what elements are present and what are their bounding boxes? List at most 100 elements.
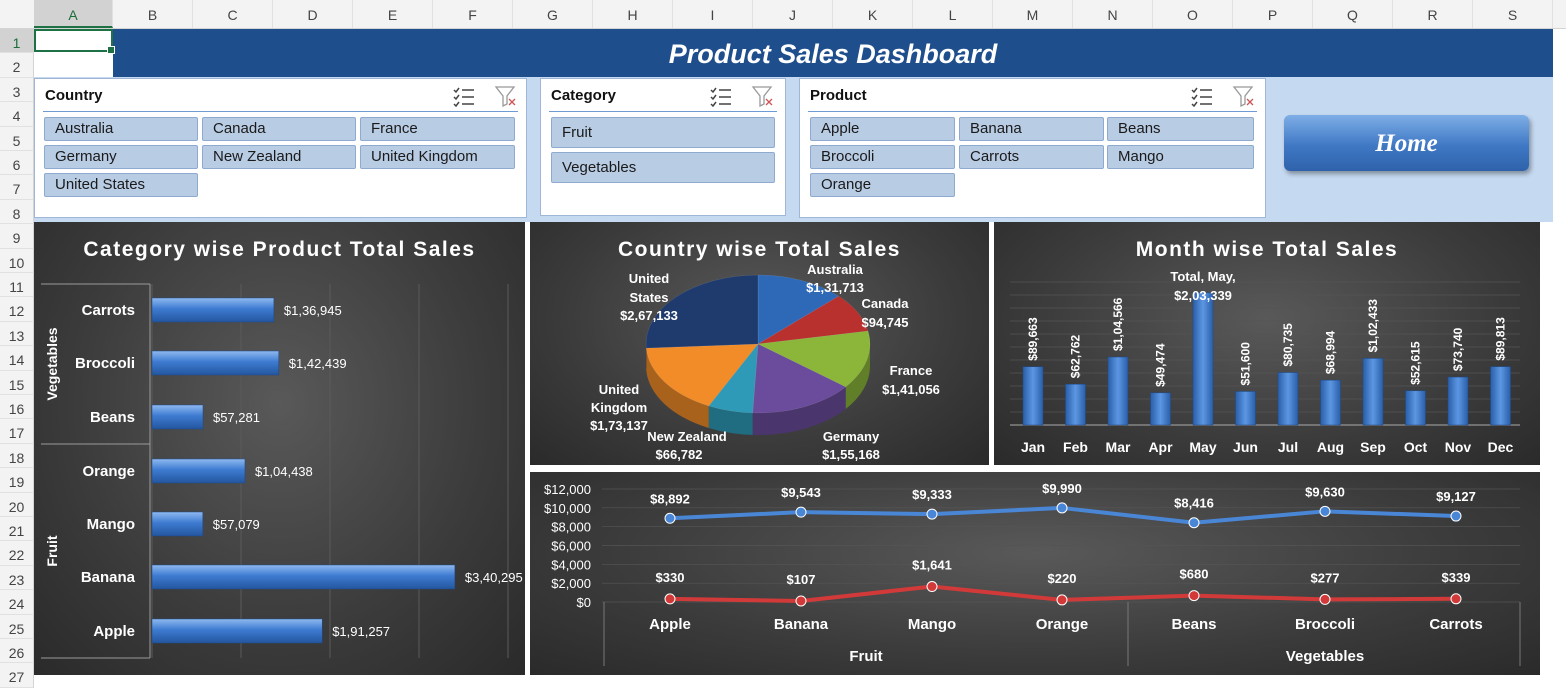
row-header-22[interactable]: 22 (0, 541, 34, 565)
row-header-7[interactable]: 7 (0, 175, 34, 199)
pie-label-name: United (629, 271, 670, 286)
month-label: Jan (1021, 439, 1045, 455)
row-header-26[interactable]: 26 (0, 639, 34, 663)
row-header-20[interactable]: 20 (0, 493, 34, 517)
row-header-18[interactable]: 18 (0, 444, 34, 468)
data-label: $68,994 (1324, 330, 1338, 374)
row-header-4[interactable]: 4 (0, 102, 34, 126)
row-header-14[interactable]: 14 (0, 346, 34, 370)
column-header-q[interactable]: Q (1313, 0, 1393, 28)
callout-label: Total, May, (1170, 269, 1235, 284)
row-header-24[interactable]: 24 (0, 590, 34, 614)
clear-filter-icon[interactable] (494, 85, 518, 107)
column-header-l[interactable]: L (913, 0, 993, 28)
column-header-n[interactable]: N (1073, 0, 1153, 28)
slicer-item-france[interactable]: France (360, 117, 515, 141)
month-label: Jun (1233, 439, 1258, 455)
row-header-9[interactable]: 9 (0, 224, 34, 248)
clear-filter-icon[interactable] (1232, 85, 1256, 107)
data-point (1451, 511, 1461, 521)
row-header-3[interactable]: 3 (0, 78, 34, 102)
data-label: $1,36,945 (284, 303, 342, 318)
home-button[interactable]: Home (1284, 115, 1529, 171)
column-headers: ABCDEFGHIJKLMNOPQRS (0, 0, 1566, 29)
bar (1236, 391, 1256, 425)
month-sales-chart[interactable]: Month wise Total Sales Jan$89,663Feb$62,… (994, 222, 1540, 465)
column-header-j[interactable]: J (753, 0, 833, 28)
column-header-s[interactable]: S (1473, 0, 1553, 28)
column-header-g[interactable]: G (513, 0, 593, 28)
y-tick-label: $4,000 (551, 557, 591, 572)
row-header-5[interactable]: 5 (0, 127, 34, 151)
data-label: $220 (1048, 571, 1077, 586)
clear-filter-icon[interactable] (751, 85, 775, 107)
data-label: $339 (1442, 570, 1471, 585)
pie-label-value: $1,41,056 (882, 382, 940, 397)
column-header-b[interactable]: B (113, 0, 193, 28)
slicer-item-canada[interactable]: Canada (202, 117, 356, 141)
row-header-16[interactable]: 16 (0, 395, 34, 419)
row-header-17[interactable]: 17 (0, 419, 34, 443)
row-header-6[interactable]: 6 (0, 151, 34, 175)
column-header-o[interactable]: O (1153, 0, 1233, 28)
slicer-item-vegetables[interactable]: Vegetables (551, 152, 775, 183)
row-header-10[interactable]: 10 (0, 249, 34, 273)
row-header-8[interactable]: 8 (0, 200, 34, 224)
row-header-13[interactable]: 13 (0, 322, 34, 346)
column-header-e[interactable]: E (353, 0, 433, 28)
country-sales-chart[interactable]: Country wise Total Sales Australia$1,31,… (530, 222, 989, 465)
column-header-d[interactable]: D (273, 0, 353, 28)
column-header-a[interactable]: A (34, 0, 113, 28)
category-label: Orange (82, 463, 135, 480)
selected-cell-a1[interactable] (34, 29, 113, 52)
slicer-item-united-kingdom[interactable]: United Kingdom (360, 145, 515, 169)
product-slicer-title: Product (810, 87, 867, 104)
row-header-11[interactable]: 11 (0, 273, 34, 297)
multi-select-icon[interactable] (709, 85, 733, 107)
row-header-15[interactable]: 15 (0, 371, 34, 395)
category-sales-plot: VegetablesCarrots$1,36,945Broccoli$1,42,… (34, 222, 525, 675)
column-header-m[interactable]: M (993, 0, 1073, 28)
row-header-19[interactable]: 19 (0, 468, 34, 492)
slicer-item-apple[interactable]: Apple (810, 117, 955, 141)
row-header-25[interactable]: 25 (0, 615, 34, 639)
column-header-k[interactable]: K (833, 0, 913, 28)
row-header-21[interactable]: 21 (0, 517, 34, 541)
slicer-item-carrots[interactable]: Carrots (959, 145, 1104, 169)
column-header-i[interactable]: I (673, 0, 753, 28)
column-header-h[interactable]: H (593, 0, 673, 28)
product-sales-line-chart[interactable]: $0$2,000$4,000$6,000$8,000$10,000$12,000… (530, 472, 1540, 675)
slicer-item-fruit[interactable]: Fruit (551, 117, 775, 148)
pie-label-value: $66,782 (656, 447, 703, 462)
column-header-p[interactable]: P (1233, 0, 1313, 28)
slicer-item-germany[interactable]: Germany (44, 145, 198, 169)
slicer-item-broccoli[interactable]: Broccoli (810, 145, 955, 169)
row-header-1[interactable]: 1 (0, 29, 34, 53)
slicer-item-mango[interactable]: Mango (1107, 145, 1254, 169)
row-header-23[interactable]: 23 (0, 566, 34, 590)
row-header-27[interactable]: 27 (0, 663, 34, 687)
data-label: $9,543 (781, 485, 821, 500)
data-label: $80,735 (1281, 323, 1295, 367)
slicer-item-orange[interactable]: Orange (810, 173, 955, 197)
slicer-item-banana[interactable]: Banana (959, 117, 1104, 141)
slicer-item-australia[interactable]: Australia (44, 117, 198, 141)
row-header-2[interactable]: 2 (0, 53, 34, 77)
category-label: Beans (90, 409, 135, 426)
multi-select-icon[interactable] (452, 85, 476, 107)
pie-label-value: $94,745 (862, 315, 909, 330)
category-label: Apple (93, 623, 135, 640)
column-header-r[interactable]: R (1393, 0, 1473, 28)
category-label: Banana (774, 616, 829, 633)
slicer-item-united-states[interactable]: United States (44, 173, 198, 197)
month-sales-plot: Jan$89,663Feb$62,762Mar$1,04,566Apr$49,4… (994, 222, 1540, 465)
multi-select-icon[interactable] (1190, 85, 1214, 107)
slicer-item-new-zealand[interactable]: New Zealand (202, 145, 356, 169)
category-sales-chart[interactable]: Category wise Product Total Sales Vegeta… (34, 222, 525, 675)
slicer-item-beans[interactable]: Beans (1107, 117, 1254, 141)
row-header-12[interactable]: 12 (0, 297, 34, 321)
group-label: Vegetables (1286, 648, 1364, 665)
fill-handle[interactable] (107, 46, 115, 54)
column-header-f[interactable]: F (433, 0, 513, 28)
column-header-c[interactable]: C (193, 0, 273, 28)
